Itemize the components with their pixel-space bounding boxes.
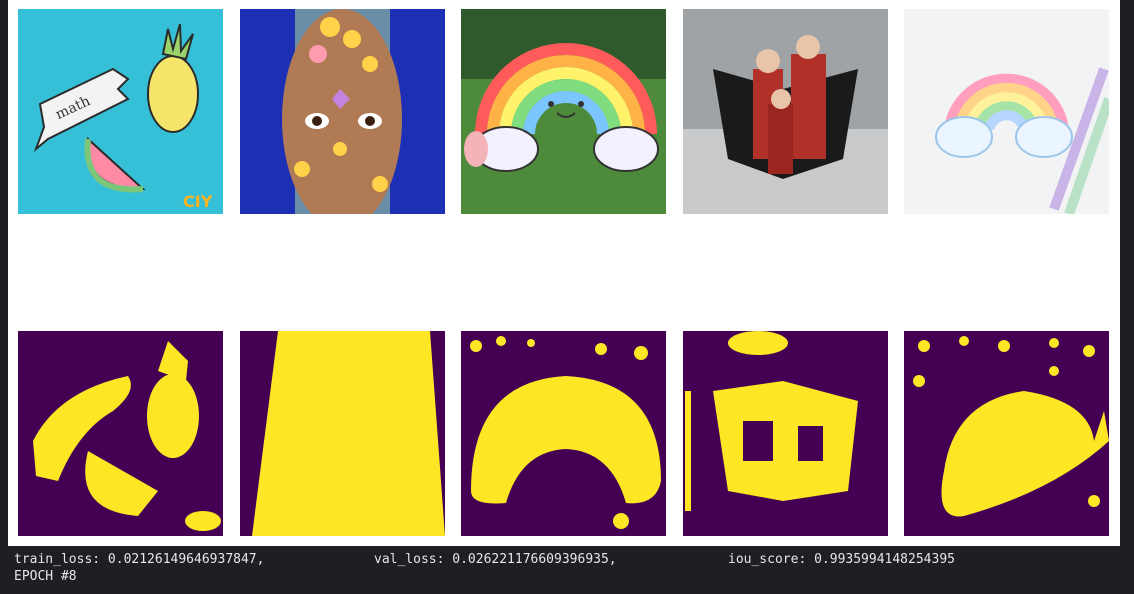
mask-image-5 [904,331,1109,536]
training-log-output: train_loss: 0.02126149646937847, val_los… [0,546,1134,594]
input-image-4 [683,9,888,214]
input-image-3 [461,9,666,214]
input-image-5 [904,9,1109,214]
svg-text:CIY: CIY [183,192,213,211]
mask-image-3 [461,331,666,536]
val-loss-text: val_loss: 0.026221176609396935, [374,552,617,567]
input-image-2 [240,9,445,214]
mask-image-2 [240,331,445,536]
mask-image-4 [683,331,888,536]
input-image-1: math CIY [18,9,223,214]
output-figure: math CIY [8,0,1120,546]
iou-score-text: iou_score: 0.9935994148254395 [728,552,955,567]
mask-image-1 [18,331,223,536]
epoch-text: EPOCH #8 [14,569,77,584]
train-loss-text: train_loss: 0.02126149646937847, [14,552,265,567]
